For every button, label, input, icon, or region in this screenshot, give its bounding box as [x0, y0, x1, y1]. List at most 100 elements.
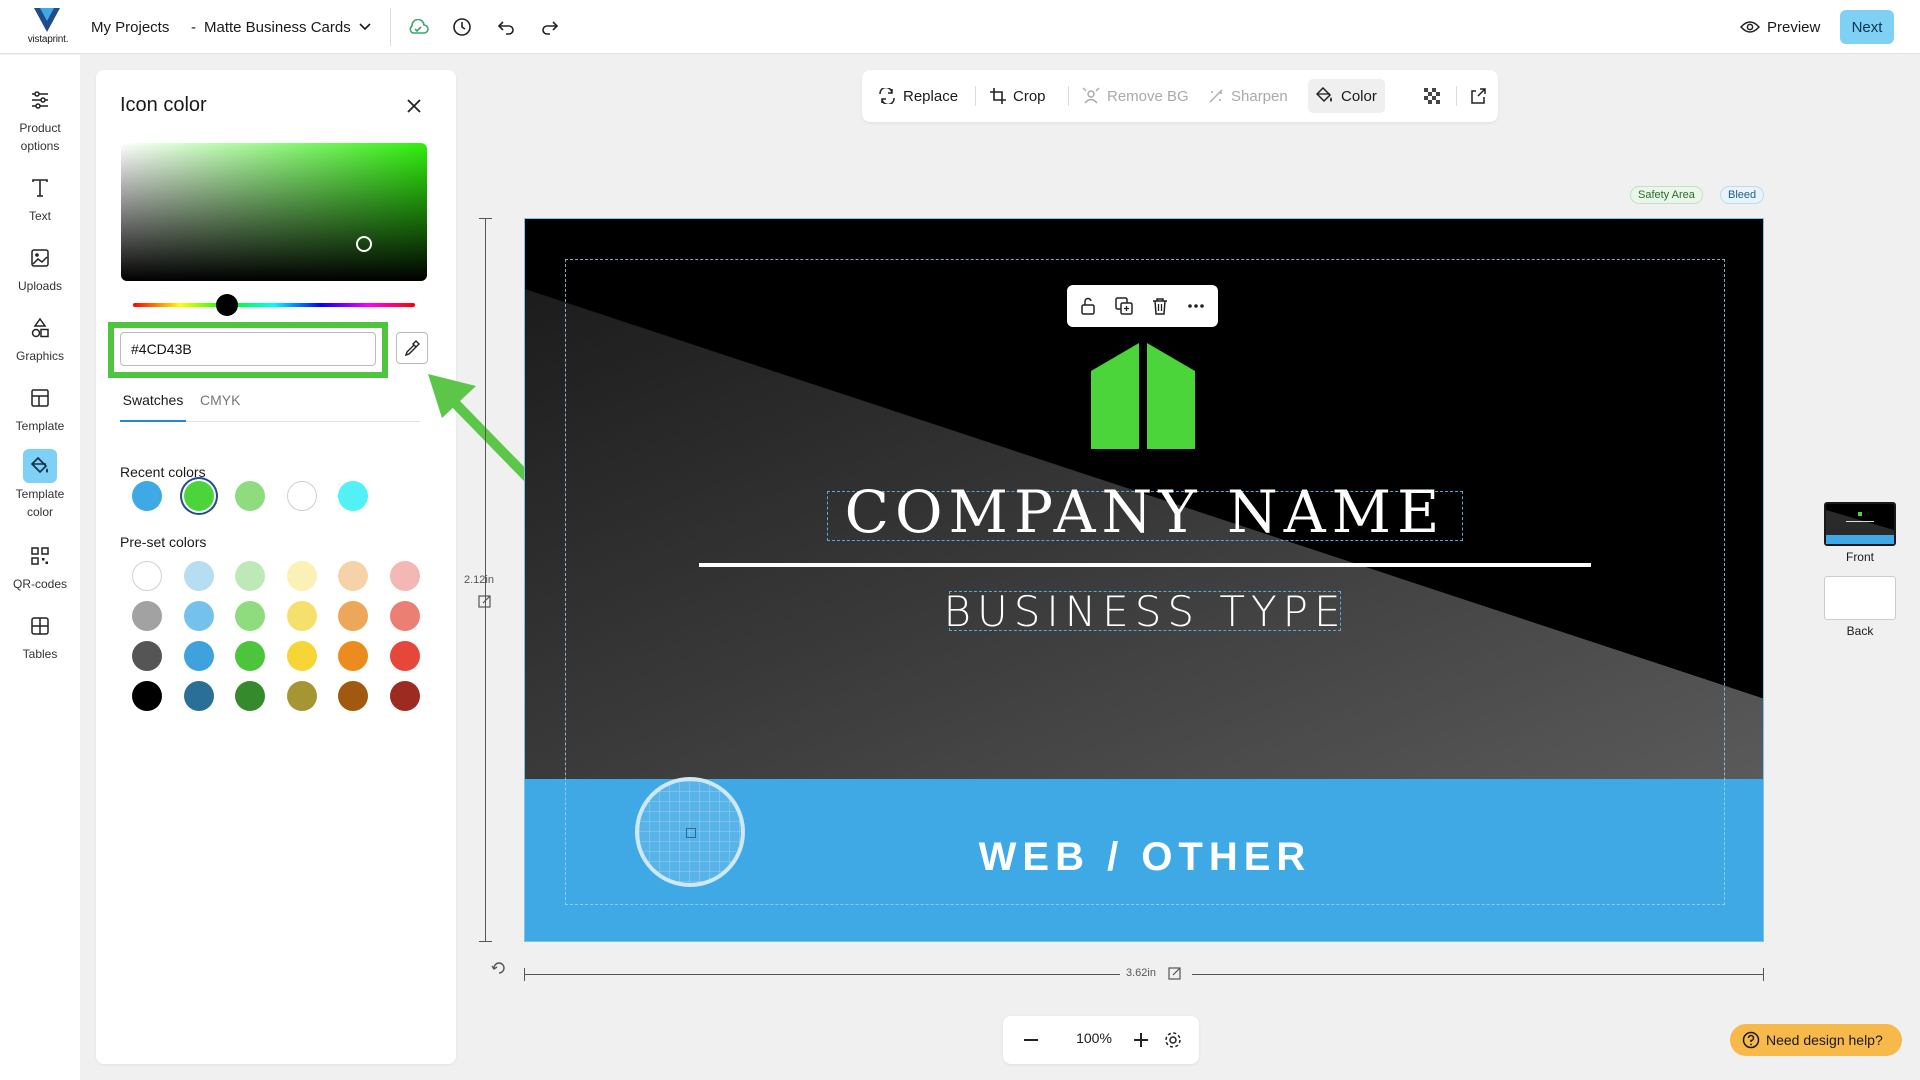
eye-icon [1740, 21, 1760, 33]
question-icon [1742, 1031, 1760, 1049]
trash-icon[interactable] [1149, 295, 1171, 317]
rail-label: Tables [22, 647, 58, 661]
preset-colors-label: Pre-set colors [120, 534, 207, 550]
panel-title: Icon color [120, 94, 207, 116]
safety-area-pill[interactable]: Safety Area [1630, 186, 1703, 204]
hex-input[interactable] [120, 332, 376, 366]
qr-placeholder-center [686, 828, 696, 838]
qr-placeholder[interactable] [635, 777, 745, 887]
tab-swatches[interactable]: Swatches [120, 392, 186, 422]
header-divider [390, 8, 391, 46]
transparency-button[interactable] [1416, 79, 1448, 113]
recent-color-swatch[interactable] [338, 481, 368, 511]
history-icon[interactable] [450, 15, 474, 39]
width-ruler [524, 974, 1120, 975]
preset-color-swatch[interactable] [235, 641, 265, 671]
color-button[interactable]: Color [1308, 79, 1385, 113]
crop-button[interactable]: Crop [982, 79, 1054, 113]
preset-color-swatch[interactable] [286, 681, 317, 711]
house-logo-icon[interactable] [1091, 343, 1195, 449]
rail-item-template[interactable]: Template [0, 381, 80, 435]
rail-item-tables[interactable]: Tables [0, 609, 80, 663]
bleed-pill[interactable]: Bleed [1720, 186, 1765, 204]
recent-color-swatch[interactable] [183, 481, 214, 511]
preview-button[interactable]: Preview [1740, 12, 1820, 42]
preset-color-swatch[interactable] [286, 561, 317, 591]
rail-item-template-color[interactable]: Template color [0, 449, 80, 521]
preset-color-swatch[interactable] [338, 681, 368, 711]
recent-color-swatch[interactable] [286, 481, 317, 511]
undo-icon[interactable] [494, 15, 518, 39]
preset-color-swatch[interactable] [338, 601, 368, 631]
design-help-button[interactable]: Need design help? [1730, 1024, 1902, 1056]
preset-color-swatch[interactable] [389, 681, 420, 711]
project-title-prefix: - [191, 18, 196, 36]
rail-item-qr-codes[interactable]: QR-codes [0, 539, 80, 593]
preset-color-swatch[interactable] [389, 641, 420, 671]
preset-color-swatch[interactable] [235, 601, 265, 631]
tab-cmyk[interactable]: CMYK [200, 392, 240, 422]
rail-item-text[interactable]: Text [0, 171, 80, 225]
preset-color-swatch[interactable] [235, 561, 265, 591]
image-upload-icon [23, 241, 57, 275]
vistaprint-logo[interactable]: vistaprint. [22, 8, 72, 46]
preset-color-swatch[interactable] [132, 561, 162, 591]
preset-color-swatch[interactable] [338, 641, 368, 671]
preset-color-swatch[interactable] [183, 561, 214, 591]
preset-color-swatch[interactable] [132, 641, 162, 671]
preset-color-swatch[interactable] [338, 561, 368, 591]
preset-color-swatch[interactable] [132, 601, 162, 631]
recent-color-swatch[interactable] [132, 481, 162, 511]
redo-icon[interactable] [538, 15, 562, 39]
remove-bg-icon [1082, 87, 1100, 104]
zoom-out-icon[interactable] [1019, 1028, 1043, 1052]
replace-button[interactable]: Replace [870, 79, 966, 113]
saturation-value-picker[interactable] [121, 143, 427, 281]
card-divider-line[interactable] [699, 563, 1591, 567]
sharpen-button[interactable]: Sharpen [1200, 79, 1296, 113]
preset-color-swatch[interactable] [183, 641, 214, 671]
my-projects-link[interactable]: My Projects [91, 0, 169, 54]
project-title: Matte Business Cards [204, 18, 351, 36]
back-label: Back [1846, 624, 1874, 638]
back-side-thumbnail[interactable] [1824, 576, 1896, 620]
edit-width-icon[interactable] [1168, 966, 1182, 985]
rail-item-uploads[interactable]: Uploads [0, 241, 80, 295]
sharpen-label: Sharpen [1231, 87, 1288, 105]
preset-color-swatch[interactable] [132, 681, 162, 711]
preset-color-swatch[interactable] [183, 681, 214, 711]
preset-color-swatch[interactable] [183, 601, 214, 631]
color-picker-handle[interactable] [356, 236, 372, 252]
remove-bg-button[interactable]: Remove BG [1074, 79, 1197, 113]
more-options-icon[interactable] [1185, 295, 1207, 317]
hue-slider[interactable] [133, 303, 415, 307]
left-rail: Product options Text Uploads Graphics Te… [0, 55, 80, 1080]
cloud-sync-icon[interactable] [406, 15, 430, 39]
rail-item-product-options[interactable]: Product options [0, 83, 80, 155]
width-label: 3.62in [1126, 967, 1156, 979]
close-icon[interactable] [402, 94, 426, 118]
front-side-thumbnail[interactable] [1824, 502, 1896, 546]
preset-color-swatch[interactable] [286, 601, 317, 631]
preset-color-swatch[interactable] [235, 681, 265, 711]
duplicate-icon[interactable] [1113, 295, 1135, 317]
preset-color-swatch[interactable] [286, 641, 317, 671]
business-type-text[interactable]: BUSINESS TYPE [825, 587, 1465, 636]
zoom-value[interactable]: 100% [1059, 1030, 1129, 1046]
next-button[interactable]: Next [1840, 10, 1894, 44]
settings-gear-icon[interactable] [1161, 1028, 1185, 1052]
unlock-icon[interactable] [1077, 295, 1099, 317]
hue-slider-handle[interactable] [216, 294, 238, 316]
company-name-text[interactable]: COMPANY NAME [825, 481, 1465, 543]
zoom-in-icon[interactable] [1129, 1028, 1153, 1052]
rail-item-graphics[interactable]: Graphics [0, 311, 80, 365]
recent-color-swatch[interactable] [235, 481, 265, 511]
width-ruler [1192, 974, 1764, 975]
arrange-button[interactable] [1462, 79, 1494, 113]
project-title-dropdown[interactable]: - Matte Business Cards [191, 0, 371, 54]
web-text[interactable]: WEB / OTHER [825, 835, 1465, 880]
rotate-icon[interactable] [491, 960, 507, 981]
preset-color-swatch[interactable] [389, 561, 420, 591]
edit-height-icon[interactable] [478, 594, 492, 613]
preset-color-swatch[interactable] [389, 601, 420, 631]
